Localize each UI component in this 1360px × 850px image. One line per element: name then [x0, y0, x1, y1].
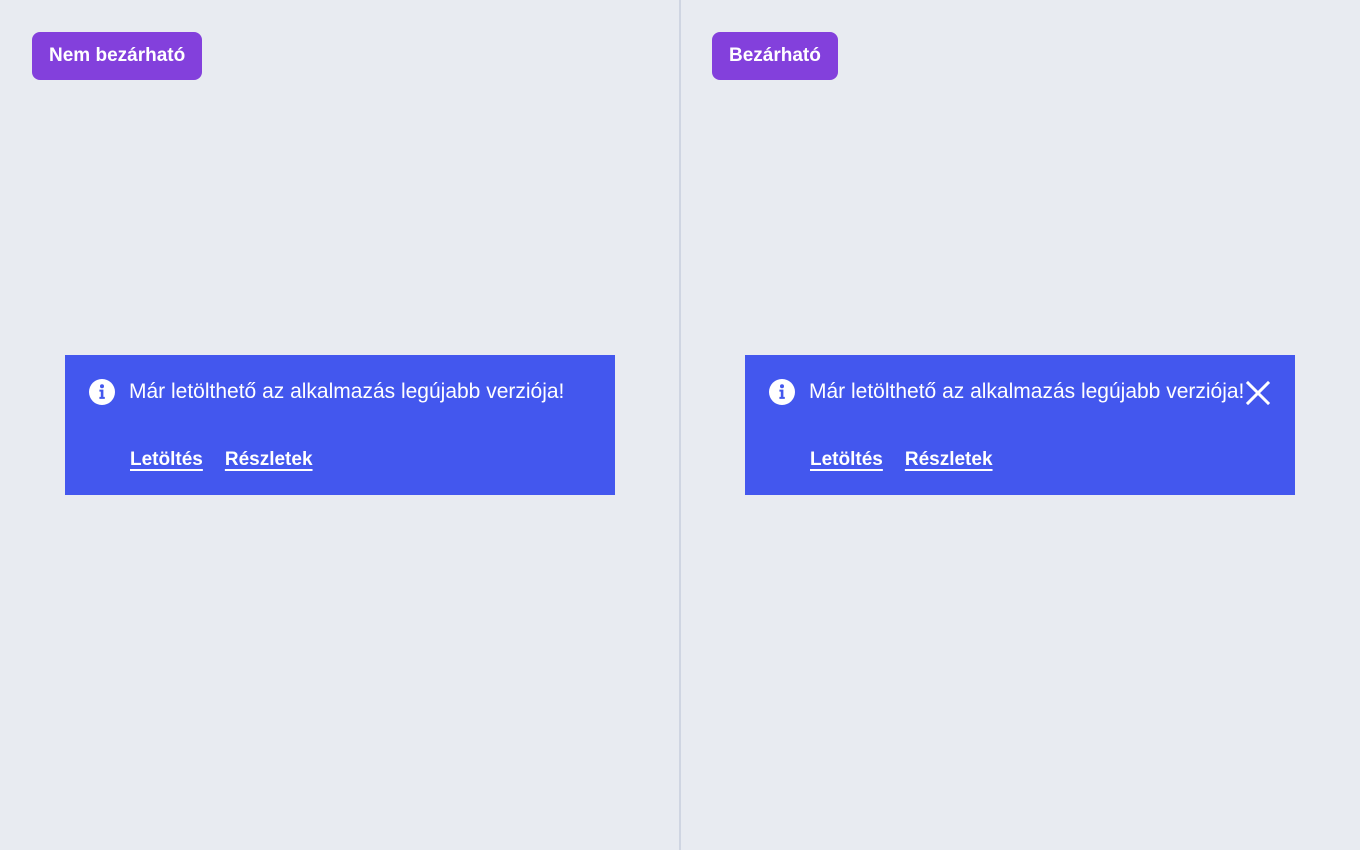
close-icon[interactable] [1245, 380, 1271, 406]
info-banner: Már letölthető az alkalmazás legújabb ve… [745, 355, 1295, 495]
banner-actions: Letöltés Részletek [130, 448, 313, 472]
dismissible-panel: Bezárható Már letölthető az alkalmazás l… [680, 0, 1360, 850]
download-link[interactable]: Letöltés [810, 448, 883, 472]
variant-tag: Bezárható [712, 32, 838, 80]
info-banner: Már letölthető az alkalmazás legújabb ve… [65, 355, 615, 495]
non-dismissible-panel: Nem bezárható Már letölthető az alkalmaz… [0, 0, 680, 850]
info-icon [89, 379, 115, 405]
details-link[interactable]: Részletek [905, 448, 993, 472]
info-icon [769, 379, 795, 405]
banner-message: Már letölthető az alkalmazás legújabb ve… [129, 380, 565, 403]
download-link[interactable]: Letöltés [130, 448, 203, 472]
variant-tag: Nem bezárható [32, 32, 203, 80]
banner-actions: Letöltés Részletek [810, 448, 993, 472]
banner-message: Már letölthető az alkalmazás legújabb ve… [809, 380, 1245, 403]
details-link[interactable]: Részletek [225, 448, 313, 472]
